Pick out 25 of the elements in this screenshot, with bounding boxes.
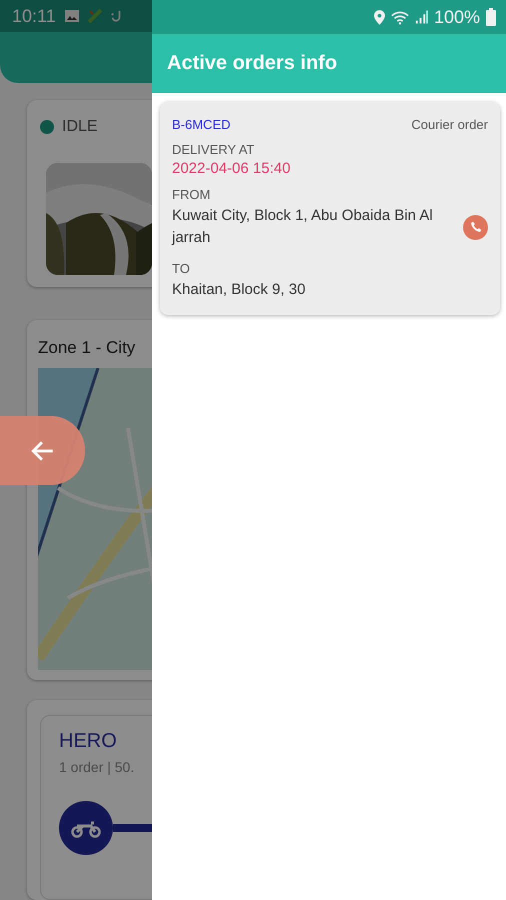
back-button[interactable] <box>0 416 85 485</box>
order-id: B-6MCED <box>172 117 231 132</box>
order-card[interactable]: B-6MCED Courier order DELIVERY AT 2022-04-06 15:40 FROM Kuwait City, Block 1, Abu Obaida Bin Al jarrah TO Khaitan, Block 9, 30 <box>160 102 500 315</box>
status-dot-icon <box>40 120 54 134</box>
from-label: FROM <box>172 187 210 202</box>
phone-button[interactable] <box>463 214 488 240</box>
battery-level: 100% <box>434 6 480 28</box>
from-address: Kuwait City, Block 1, Abu Obaida Bin Al jarrah <box>172 206 434 248</box>
delivery-time: 2022-04-06 15:40 <box>172 160 290 177</box>
location-icon <box>374 10 385 24</box>
to-label: TO <box>172 261 190 276</box>
delivery-label: DELIVERY AT <box>172 142 254 157</box>
phone-icon <box>470 221 482 233</box>
status-time: 10:11 <box>12 6 56 27</box>
order-type: Courier order <box>411 117 488 132</box>
drawer-title: Active orders info <box>167 52 338 75</box>
wifi-icon <box>390 10 409 24</box>
signal-icon <box>414 10 428 24</box>
courier-name: HERO <box>59 730 117 754</box>
image-icon <box>64 8 80 24</box>
zone-title: Zone 1 - City <box>38 338 136 358</box>
battery-icon <box>486 8 496 26</box>
courier-summary: 1 order | 50. <box>59 759 134 776</box>
to-address: Khaitan, Block 9, 30 <box>172 280 306 300</box>
driver-status: IDLE <box>62 118 98 136</box>
